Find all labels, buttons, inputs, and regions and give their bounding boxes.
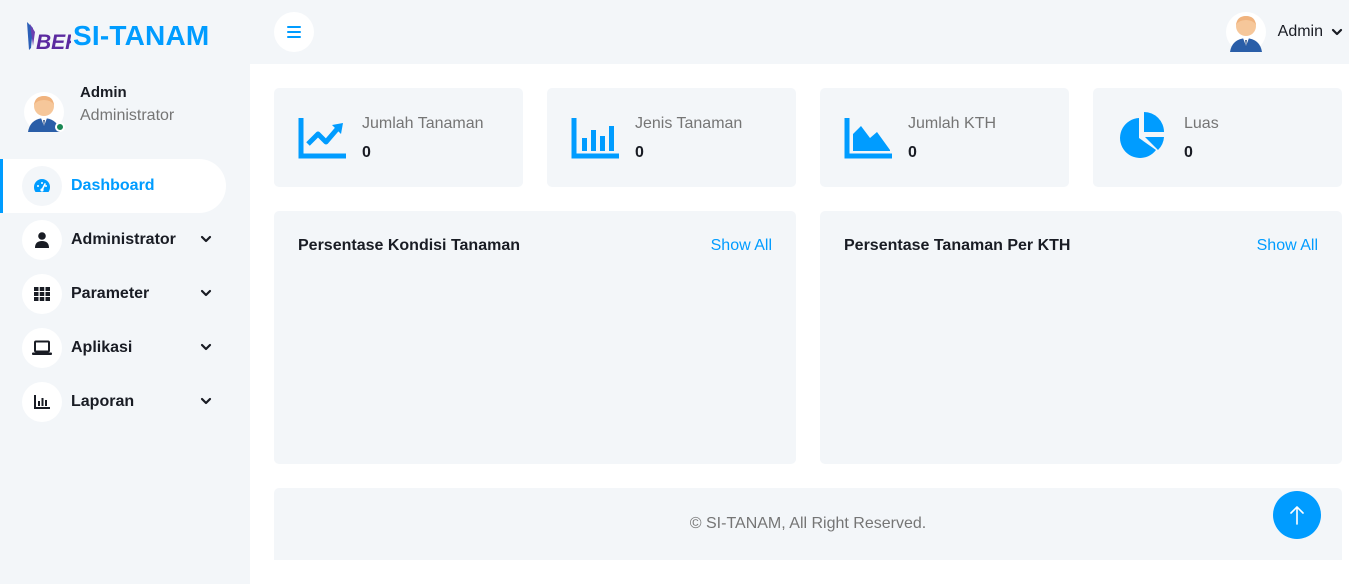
stat-label: Jenis Tanaman [635, 115, 743, 132]
laptop-icon [22, 328, 62, 368]
user-menu-dropdown[interactable]: Admin [1225, 12, 1343, 52]
profile-name: Admin [80, 84, 127, 101]
arrow-up-icon [1290, 506, 1304, 525]
sidebar-item-label: Dashboard [71, 177, 155, 194]
menu-icon [287, 26, 301, 38]
chevron-down-icon [200, 343, 212, 351]
sidebar-item-label: Administrator [71, 231, 176, 248]
brand[interactable]: BEK SI-TANAM [25, 18, 209, 54]
profile-role: Administrator [80, 107, 175, 124]
panel-tanaman-per-kth: Persentase Tanaman Per KTH Show All [820, 211, 1342, 464]
chart-area-icon [844, 118, 892, 159]
gauge-icon [22, 166, 62, 206]
user-icon [22, 220, 62, 260]
footer-copyright: © SI-TANAM, All Right Reserved. [689, 515, 927, 532]
stat-card-jumlah-kth: Jumlah KTH 0 [820, 88, 1069, 187]
sidebar: BEK SI-TANAM Admin Administrator [0, 0, 250, 584]
user-menu-name: Admin [1277, 23, 1323, 40]
sidebar-profile: Admin Administrator [24, 84, 175, 132]
brand-name: SI-TANAM [73, 20, 210, 51]
chart-line-icon [298, 118, 346, 159]
sidebar-item-label: Laporan [71, 393, 135, 410]
chart-bar-icon [22, 382, 62, 422]
show-all-link[interactable]: Show All [1257, 237, 1318, 255]
stat-card-jumlah-tanaman: Jumlah Tanaman 0 [274, 88, 523, 187]
sidebar-item-administrator[interactable]: Administrator [0, 213, 250, 267]
chevron-down-icon [1331, 28, 1343, 36]
panel-title: Persentase Kondisi Tanaman [298, 237, 520, 254]
stat-value: 0 [362, 144, 371, 161]
panel-kondisi-tanaman: Persentase Kondisi Tanaman Show All [274, 211, 796, 464]
avatar [24, 92, 65, 132]
panel-title: Persentase Tanaman Per KTH [844, 237, 1071, 254]
chevron-down-icon [200, 289, 212, 297]
sidebar-item-label: Aplikasi [71, 339, 133, 356]
chart-pie-icon [1120, 112, 1164, 158]
sidebar-item-aplikasi[interactable]: Aplikasi [0, 321, 250, 375]
stat-value: 0 [1184, 144, 1193, 161]
user-avatar-icon [1225, 12, 1266, 52]
show-all-link[interactable]: Show All [711, 237, 772, 255]
sidebar-item-laporan[interactable]: Laporan [0, 375, 250, 429]
sidebar-toggle-button[interactable] [274, 12, 314, 52]
stat-value: 0 [635, 144, 644, 161]
sidebar-item-dashboard[interactable]: Dashboard [0, 159, 226, 213]
stat-card-luas: Luas 0 [1093, 88, 1342, 187]
grid-icon [22, 274, 62, 314]
sidebar-nav: Dashboard Administrator Parameter Aplika… [0, 159, 250, 429]
online-status-dot [55, 122, 65, 132]
chevron-down-icon [200, 397, 212, 405]
brand-logo-text: BEK [36, 31, 71, 54]
stat-label: Jumlah Tanaman [362, 115, 484, 132]
topbar: Admin [250, 0, 1349, 64]
stat-label: Jumlah KTH [908, 115, 997, 132]
stat-label: Luas [1184, 115, 1219, 132]
sidebar-item-parameter[interactable]: Parameter [0, 267, 250, 321]
brand-logo: BEK [27, 22, 71, 54]
stat-value: 0 [908, 144, 917, 161]
chart-bar-icon [571, 118, 619, 159]
sidebar-item-label: Parameter [71, 285, 150, 302]
back-to-top-button[interactable] [1273, 491, 1321, 539]
footer: © SI-TANAM, All Right Reserved. [274, 488, 1342, 560]
chevron-down-icon [200, 235, 212, 243]
stat-card-jenis-tanaman: Jenis Tanaman 0 [547, 88, 796, 187]
